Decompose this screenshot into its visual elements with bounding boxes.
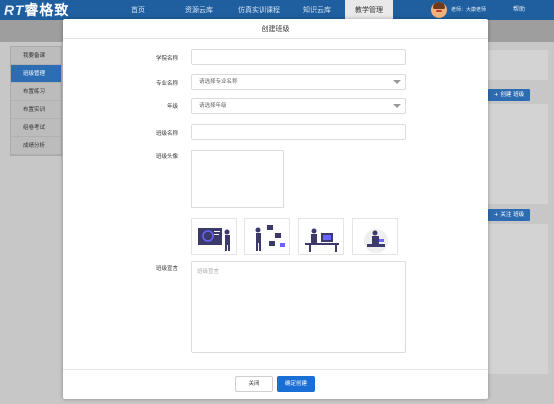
bg-panel-middle [488, 104, 548, 204]
sidebar-item-exercise[interactable]: 布置练习 [11, 83, 61, 101]
major-label: 专业名称 [155, 81, 178, 87]
logo-mark: RT [4, 2, 25, 18]
class-avatar-label: 班级头像 [155, 154, 178, 160]
class-avatar-preview[interactable] [191, 150, 284, 208]
declaration-placeholder: 班级宣言 [197, 269, 220, 275]
create-class-button[interactable]: + 创建 班级 [488, 89, 531, 101]
avatar-option-2[interactable] [244, 218, 290, 255]
sidebar-item-class-mgmt[interactable]: 班级管理 [11, 65, 61, 83]
reading-illustration-icon [364, 229, 388, 253]
declaration-textarea[interactable]: 班级宣言 [191, 261, 406, 353]
modal-header-divider [63, 38, 488, 39]
bg-panel-bottom [488, 224, 548, 374]
chevron-down-icon [393, 104, 401, 108]
close-button[interactable]: 关闭 [235, 376, 273, 392]
help-link[interactable]: 帮助 [513, 0, 525, 20]
nav-item-sim-courses[interactable]: 仿真实训课程 [228, 0, 290, 20]
app-logo[interactable]: RT 睿格致 [4, 2, 70, 19]
sidebar-item-analysis[interactable]: 成绩分析 [11, 137, 61, 155]
modal-footer-divider [63, 369, 488, 370]
top-nav-bar: RT 睿格致 首页 资源云库 仿真实训课程 知识云库 教学管理 老师：大康老师 … [0, 0, 554, 20]
grade-select[interactable]: 请选择年级 [191, 98, 406, 114]
grade-select-placeholder: 请选择年级 [199, 103, 227, 109]
avatar-option-1[interactable] [191, 218, 237, 255]
nav-item-home[interactable]: 首页 [117, 0, 159, 20]
declaration-label: 班级宣言 [155, 266, 178, 272]
class-name-input[interactable] [191, 124, 406, 140]
grade-label: 年级 [166, 104, 178, 110]
school-label: 学院名称 [155, 56, 178, 62]
user-name[interactable]: 老师：大康老师 [451, 0, 486, 20]
bg-panel-top [488, 50, 548, 80]
chevron-down-icon [393, 80, 401, 84]
user-avatar[interactable] [431, 2, 447, 18]
sidebar-item-exam[interactable]: 组卷考试 [11, 119, 61, 137]
major-select[interactable]: 请选择专业名称 [191, 74, 406, 90]
create-class-modal: 创建班级 学院名称 专业名称 请选择专业名称 年级 请选择年级 班级名称 班级头… [63, 19, 488, 399]
logo-text: 睿格致 [24, 3, 70, 19]
class-name-label: 班级名称 [155, 131, 178, 137]
nav-item-teaching-mgmt[interactable]: 教学管理 [345, 0, 393, 20]
confirm-create-button[interactable]: 确定创建 [277, 376, 315, 392]
sidebar-item-prepare[interactable]: 我要备课 [11, 47, 61, 65]
avatar-option-3[interactable] [298, 218, 344, 255]
avatar-option-4[interactable] [352, 218, 398, 255]
presentation-illustration-icon [198, 228, 230, 251]
desk-illustration-icon [305, 228, 339, 252]
modal-title: 创建班级 [261, 25, 290, 33]
follow-class-button[interactable]: + 关注 班级 [488, 209, 531, 221]
nav-item-knowledge[interactable]: 知识云库 [293, 0, 341, 20]
major-select-placeholder: 请选择专业名称 [199, 79, 238, 85]
school-input[interactable] [191, 49, 406, 65]
sidebar-item-training[interactable]: 布置实训 [11, 101, 61, 119]
left-menu: 我要备课 班级管理 布置练习 布置实训 组卷考试 成绩分析 [10, 46, 62, 156]
nav-item-resources[interactable]: 资源云库 [173, 0, 225, 20]
board-illustration-icon [255, 225, 285, 251]
